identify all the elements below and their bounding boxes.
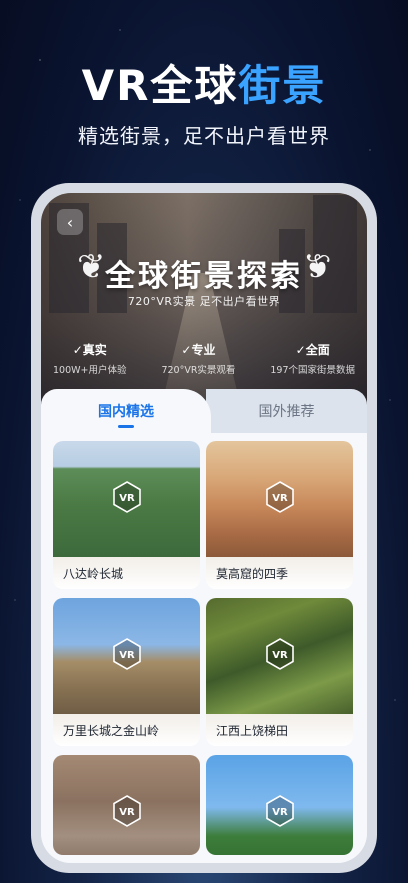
vr-text: VR bbox=[272, 650, 288, 661]
scenic-grid: VR 八达岭长城 VR 莫高窟的四季 VR 万里长城之金山岭 VR 江西上饶梯田… bbox=[41, 433, 367, 863]
card-title: 八达岭长城 bbox=[53, 557, 200, 589]
feature-title: ✓真实 bbox=[72, 343, 107, 357]
back-button[interactable]: ‹ bbox=[57, 209, 83, 235]
tab-active-indicator bbox=[118, 425, 134, 428]
scenic-card-terraces[interactable]: VR 江西上饶梯田 bbox=[206, 598, 353, 746]
feature-item: ✓真实 100W+用户体验 bbox=[53, 341, 127, 376]
card-title: 万里长城之金山岭 bbox=[53, 714, 200, 746]
chevron-left-icon: ‹ bbox=[66, 212, 74, 232]
scenic-card-badaling[interactable]: VR 八达岭长城 bbox=[53, 441, 200, 589]
tab-label: 国内精选 bbox=[98, 404, 154, 420]
card-title: 莫高窟的四季 bbox=[206, 557, 353, 589]
scenic-card-mogao[interactable]: VR 莫高窟的四季 bbox=[206, 441, 353, 589]
scenic-card-buddha[interactable]: VR bbox=[53, 755, 200, 855]
vr-icon: VR bbox=[110, 637, 144, 675]
headline-accent: 街景 bbox=[238, 61, 327, 110]
vr-text: VR bbox=[119, 493, 135, 504]
feature-desc: 720°VR实景观看 bbox=[161, 365, 236, 376]
feature-title: ✓全面 bbox=[295, 343, 330, 357]
vr-icon: VR bbox=[263, 794, 297, 832]
vr-text: VR bbox=[272, 807, 288, 818]
vr-icon: VR bbox=[263, 637, 297, 675]
headline-text: VR全球 bbox=[81, 61, 239, 110]
hero-title: 全球街景探索 bbox=[105, 259, 303, 294]
phone-frame: ‹ ❦ ❦ 全球街景探索 720°VR实景 足不出户看世界 ✓真实 100W+用… bbox=[31, 183, 377, 873]
vr-text: VR bbox=[119, 650, 135, 661]
tab-bar: 国外推荐 国内精选 bbox=[41, 389, 367, 433]
feature-list: ✓真实 100W+用户体验 ✓专业 720°VR实景观看 ✓全面 197个国家街… bbox=[53, 341, 355, 376]
scenic-card-jinshanling[interactable]: VR 万里长城之金山岭 bbox=[53, 598, 200, 746]
tab-label: 国外推荐 bbox=[258, 404, 315, 420]
feature-item: ✓专业 720°VR实景观看 bbox=[161, 341, 235, 376]
feature-item: ✓全面 197个国家街景数据 bbox=[270, 341, 355, 376]
feature-desc: 100W+用户体验 bbox=[53, 365, 127, 376]
feature-title: ✓专业 bbox=[181, 343, 216, 357]
vr-text: VR bbox=[119, 807, 135, 818]
hero-banner: ‹ ❦ ❦ 全球街景探索 720°VR实景 足不出户看世界 ✓真实 100W+用… bbox=[41, 193, 367, 408]
vr-icon: VR bbox=[110, 794, 144, 832]
tab-overseas[interactable]: 国外推荐 bbox=[206, 389, 367, 433]
app-screen: ‹ ❦ ❦ 全球街景探索 720°VR实景 足不出户看世界 ✓真实 100W+用… bbox=[41, 193, 367, 863]
hero-subtitle: 720°VR实景 足不出户看世界 bbox=[127, 295, 281, 308]
promo-headline: VR全球街景 bbox=[0, 52, 408, 113]
card-title: 江西上饶梯田 bbox=[206, 714, 353, 746]
vr-icon: VR bbox=[263, 480, 297, 518]
feature-desc: 197个国家街景数据 bbox=[270, 365, 355, 376]
promo-subheadline: 精选街景，足不出户看世界 bbox=[78, 124, 330, 148]
vr-icon: VR bbox=[110, 480, 144, 518]
vr-text: VR bbox=[272, 493, 288, 504]
scenic-card-pagoda[interactable]: VR bbox=[206, 755, 353, 855]
